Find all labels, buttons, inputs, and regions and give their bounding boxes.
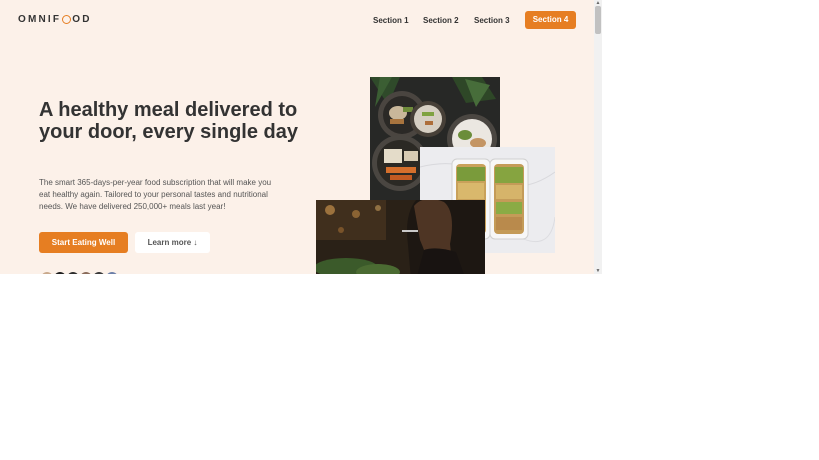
start-eating-well-button[interactable]: Start Eating Well xyxy=(39,232,128,253)
page-viewport: OMNIF OD Section 1 Section 2 Section 3 S… xyxy=(0,0,602,274)
woman-eating-illustration xyxy=(316,200,485,274)
main-navigation: Section 1 Section 2 Section 3 Section 4 xyxy=(0,11,602,29)
hero-title: A healthy meal delivered to your door, e… xyxy=(39,99,298,143)
woman-eating-photo xyxy=(316,200,485,274)
scroll-down-arrow-icon[interactable]: ▼ xyxy=(595,268,601,274)
nav-section-3[interactable]: Section 3 xyxy=(474,16,510,25)
nav-section-2[interactable]: Section 2 xyxy=(423,16,459,25)
nav-section-4-button[interactable]: Section 4 xyxy=(525,11,576,29)
vertical-scrollbar[interactable]: ▲ ▼ xyxy=(594,0,602,274)
scroll-thumb[interactable] xyxy=(595,6,601,34)
avatar xyxy=(104,270,120,274)
nav-section-1[interactable]: Section 1 xyxy=(373,16,409,25)
learn-more-button[interactable]: Learn more ↓ xyxy=(135,232,210,253)
hero-description: The smart 365-days-per-year food subscri… xyxy=(39,178,272,211)
